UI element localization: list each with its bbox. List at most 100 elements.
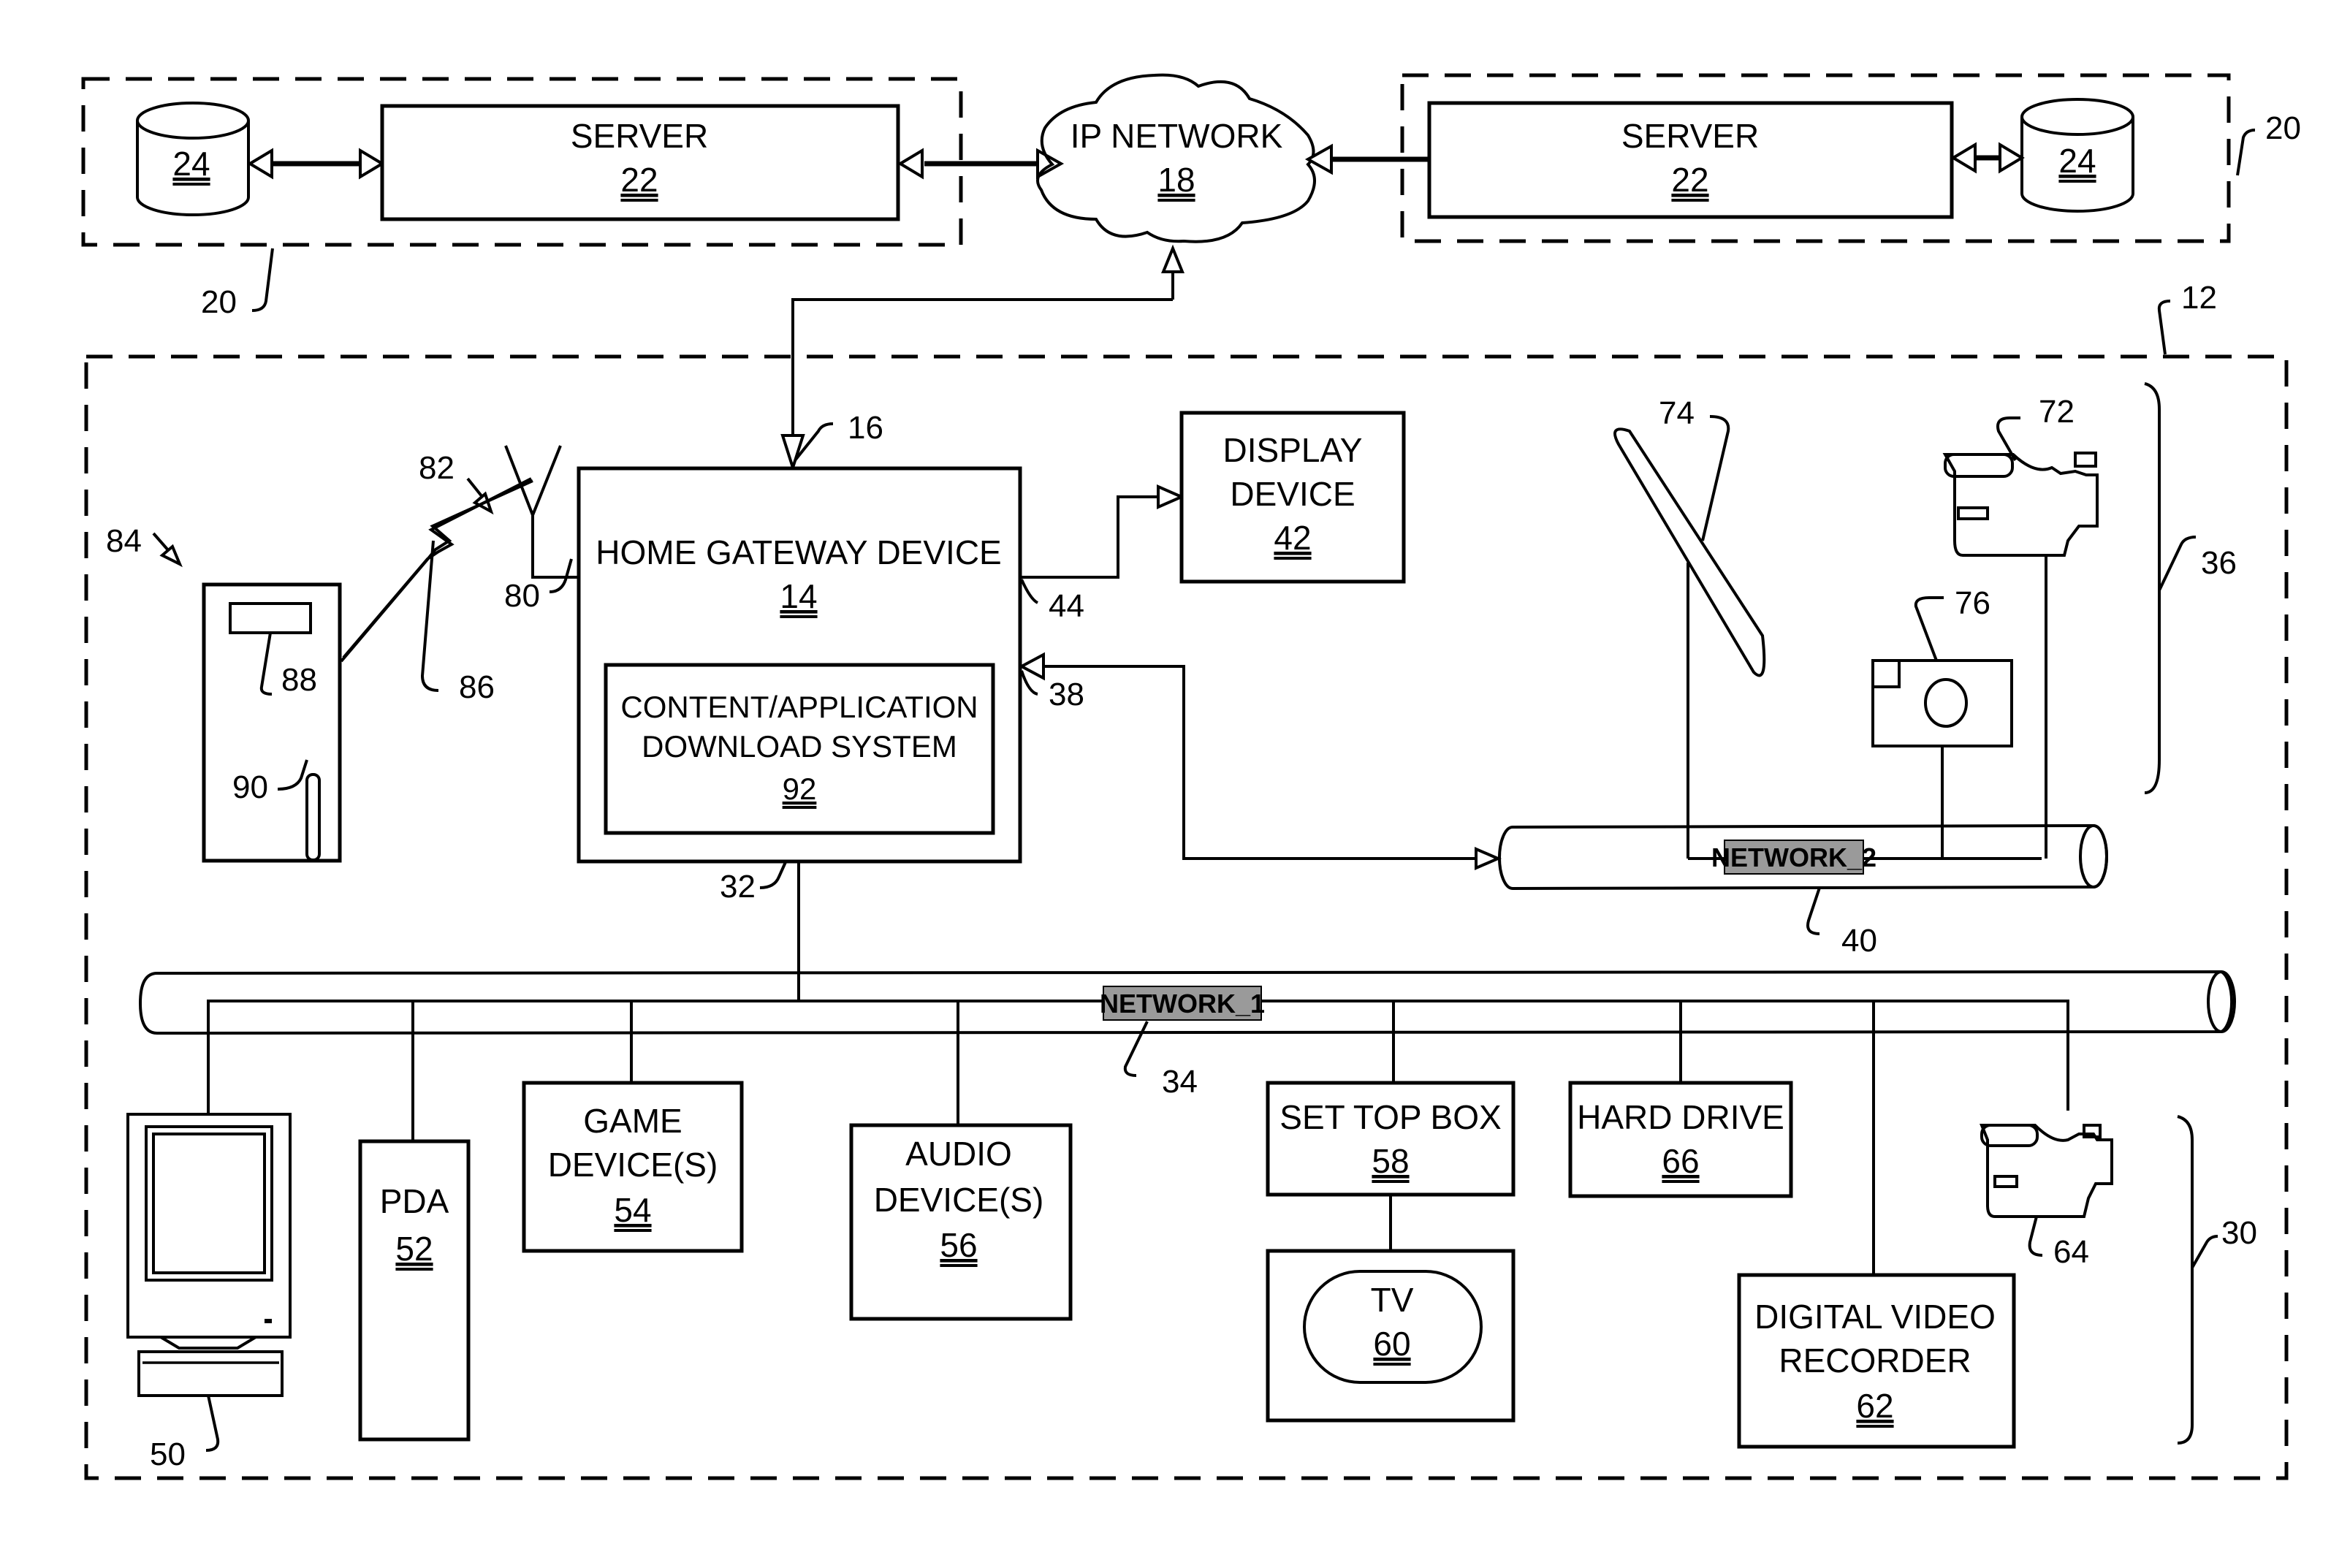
arrow-84: [159, 544, 183, 568]
gateway-label: HOME GATEWAY DEVICE: [596, 533, 1001, 571]
network-2-bus: NETWORK_2: [1498, 823, 2108, 891]
ref-76: 76: [1955, 585, 1990, 621]
leader-20-left: [251, 248, 274, 312]
ref-88: 88: [281, 662, 317, 698]
system-diagram: 24 SERVER 22 20 IP NETWORK 18 SERVER 22: [81, 73, 2301, 1480]
network-1-label: NETWORK_1: [1100, 989, 1265, 1019]
leader-76: [1914, 596, 1944, 661]
ref-90: 90: [232, 769, 268, 805]
display-device-line1: DISPLAY: [1223, 431, 1363, 469]
leader-32: [759, 861, 787, 889]
ref-20-right: 20: [2265, 110, 2301, 146]
display-device: DISPLAY DEVICE 42: [1179, 411, 1406, 584]
camcorder-64-icon: [1980, 1124, 2113, 1218]
server-db-right-arrow: [1950, 142, 2025, 174]
leader-64: [2028, 1216, 2043, 1257]
audio-ref: 56: [940, 1226, 977, 1264]
ref-74: 74: [1659, 395, 1695, 431]
ref-16: 16: [848, 410, 883, 446]
set-top-box: SET TOP BOX 58: [1266, 1081, 1516, 1197]
ref-12: 12: [2181, 280, 2217, 316]
leader-12: [2157, 300, 2171, 355]
leader-34: [1123, 1021, 1149, 1077]
db-server-left-arrow: [247, 148, 385, 180]
ip-network-ref: 18: [1157, 161, 1195, 199]
computer-50-icon: [126, 1113, 292, 1397]
server-right-label: SERVER: [1621, 117, 1759, 155]
stb-ref: 58: [1372, 1142, 1409, 1180]
link-network2-gateway: [1018, 652, 1502, 871]
server-left-label: SERVER: [571, 117, 708, 155]
leader-36: [2158, 536, 2197, 591]
server-right-ref: 22: [1671, 161, 1708, 199]
home-gateway-device: HOME GATEWAY DEVICE 14 CONTENT/APPLICATI…: [577, 466, 1022, 864]
leader-44: [1020, 579, 1039, 604]
tv-box: TV 60: [1266, 1249, 1516, 1423]
content-download-system: CONTENT/APPLICATION DOWNLOAD SYSTEM 92: [604, 663, 995, 835]
dvr-box: DIGITAL VIDEO RECORDER 62: [1737, 1273, 2016, 1449]
audio-devices-box: AUDIO DEVICE(S) 56: [849, 1123, 1073, 1321]
sensor-74-icon: [1613, 427, 1766, 859]
ref-20-left: 20: [201, 284, 237, 320]
gateway-ref: 14: [780, 577, 817, 615]
hdd-label: HARD DRIVE: [1577, 1098, 1784, 1136]
game-line1: GAME: [583, 1102, 682, 1140]
ip-network-cloud: IP NETWORK 18: [1036, 73, 1316, 243]
hard-drive-box: HARD DRIVE 66: [1568, 1081, 1793, 1198]
db-left-ref: 24: [172, 145, 210, 183]
pda-label: PDA: [380, 1182, 449, 1220]
db-right-ref: 24: [2058, 142, 2096, 180]
server-left-to-ip-arrow: [897, 148, 1065, 180]
bracket-30: [2177, 1115, 2194, 1445]
database-right: 24: [2020, 98, 2134, 213]
download-system-line2: DOWNLOAD SYSTEM: [642, 729, 957, 764]
ref-84: 84: [106, 523, 142, 559]
leader-74: [1701, 415, 1730, 541]
ref-32: 32: [720, 869, 756, 905]
network-2-label: NETWORK_2: [1711, 842, 1876, 872]
leader-20-right: [2236, 129, 2256, 176]
pda-ref: 52: [395, 1230, 433, 1268]
stb-label: SET TOP BOX: [1279, 1098, 1501, 1136]
ref-64: 64: [2053, 1234, 2089, 1270]
server-right-to-ip-arrow: [1304, 143, 1429, 175]
link-gateway-display: [1020, 484, 1185, 579]
ref-38: 38: [1049, 677, 1084, 712]
ref-86: 86: [459, 669, 495, 705]
ref-50: 50: [150, 1436, 186, 1472]
audio-line1: AUDIO: [905, 1135, 1012, 1173]
game-line2: DEVICE(S): [548, 1146, 718, 1184]
download-system-line1: CONTENT/APPLICATION: [620, 690, 978, 724]
hdd-ref: 66: [1662, 1142, 1699, 1180]
ip-network-label: IP NETWORK: [1071, 117, 1283, 155]
ref-80: 80: [504, 578, 540, 614]
audio-line2: DEVICE(S): [874, 1181, 1044, 1219]
ref-40: 40: [1841, 923, 1877, 959]
bracket-36: [2144, 382, 2161, 794]
ref-36: 36: [2201, 545, 2237, 581]
dvr-ref: 62: [1856, 1387, 1893, 1425]
computer-tower-84: [202, 582, 342, 863]
camcorder-72-icon: [1942, 452, 2099, 859]
tv-ref: 60: [1373, 1325, 1410, 1363]
ref-34: 34: [1162, 1064, 1198, 1100]
dvr-line1: DIGITAL VIDEO: [1754, 1298, 1996, 1336]
ref-82: 82: [419, 450, 455, 486]
database-left: 24: [136, 102, 250, 216]
camera-76-icon: [1871, 659, 2013, 859]
server-left-ref: 22: [620, 161, 658, 199]
server-left: SERVER 22: [380, 104, 900, 221]
game-devices-box: GAME DEVICE(S) 54: [522, 1081, 744, 1253]
ref-72: 72: [2039, 394, 2075, 430]
dvr-line2: RECORDER: [1779, 1341, 1971, 1379]
ref-44: 44: [1049, 588, 1084, 624]
pda-box: PDA 52: [358, 1139, 471, 1442]
ref-30: 30: [2221, 1215, 2257, 1251]
leader-50: [205, 1395, 220, 1452]
leader-30: [2191, 1235, 2218, 1268]
wireless-link-icon: [340, 477, 533, 663]
antenna-icon: [504, 445, 579, 579]
server-right: SERVER 22: [1427, 101, 1954, 219]
tv-label: TV: [1371, 1281, 1414, 1319]
game-ref: 54: [614, 1191, 651, 1229]
